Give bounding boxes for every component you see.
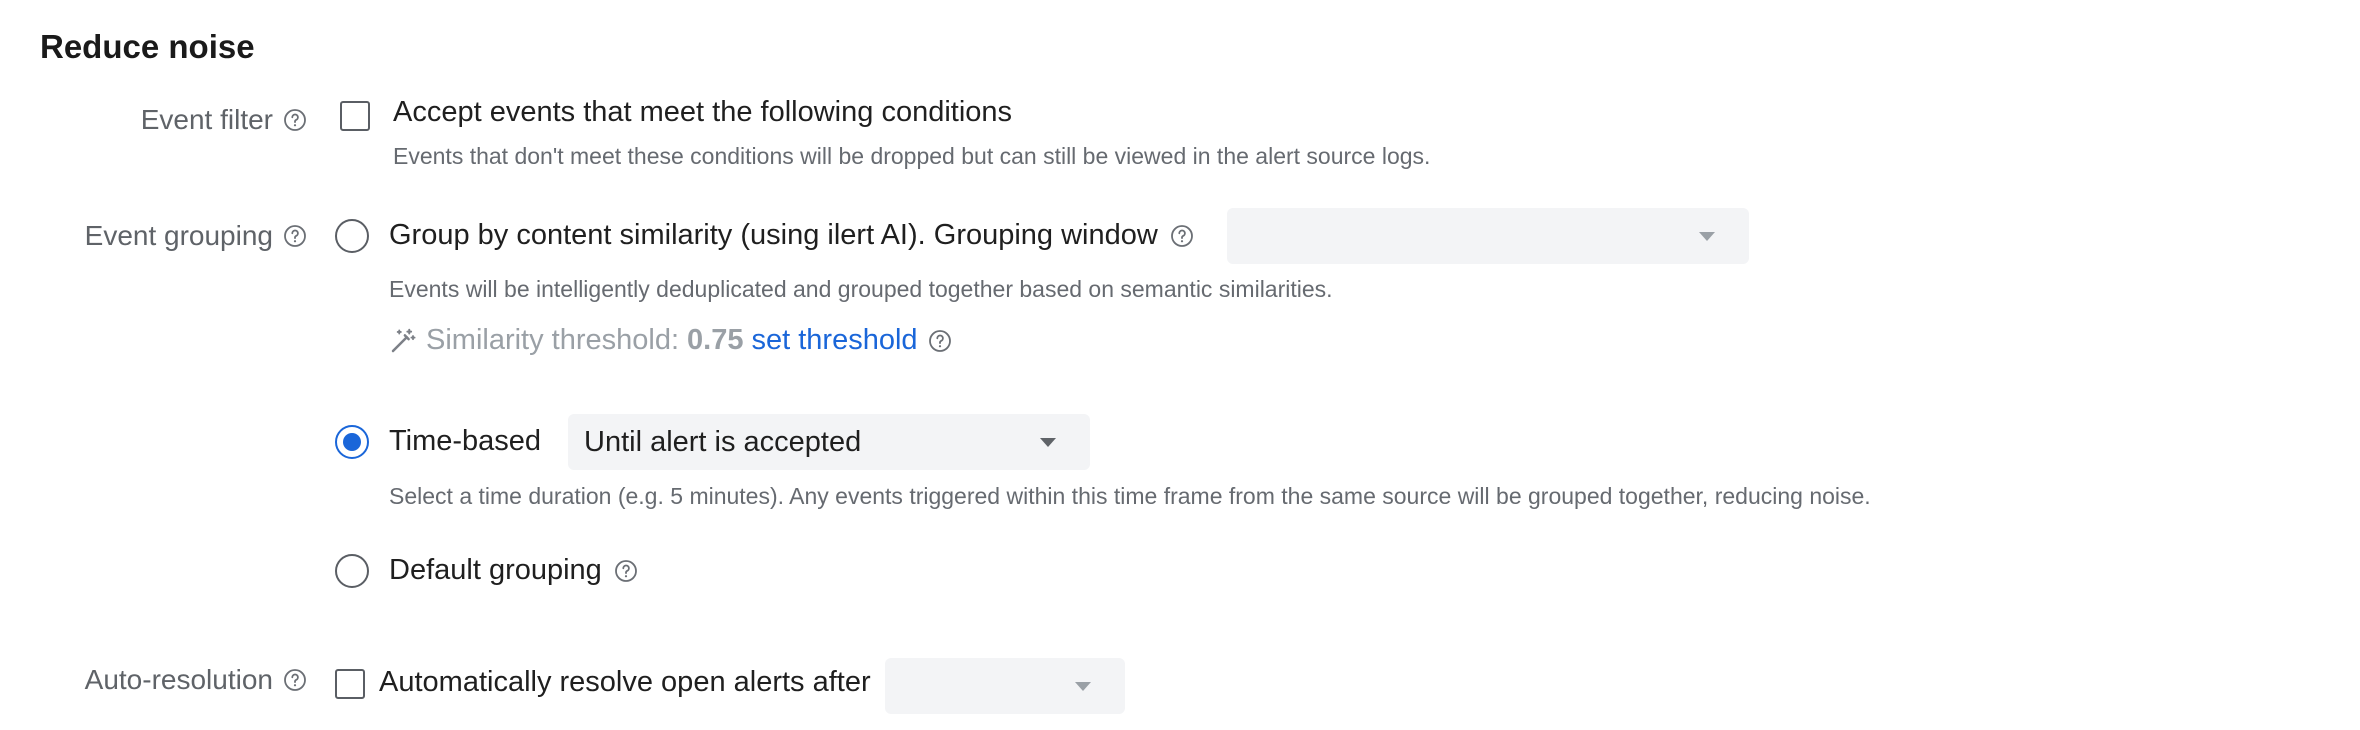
grouping-default-label: Default grouping <box>389 554 602 586</box>
magic-wand-icon <box>388 326 418 356</box>
caret-down-icon <box>1699 231 1715 241</box>
caret-down-icon <box>1040 437 1056 447</box>
event-filter-description: Events that don't meet these conditions … <box>393 143 1431 169</box>
similarity-threshold-value: 0.75 <box>687 324 744 356</box>
auto-resolution-duration-select[interactable] <box>885 658 1125 714</box>
grouping-default-radio[interactable] <box>335 554 369 588</box>
time-based-duration-select[interactable]: Until alert is accepted <box>568 414 1090 470</box>
section-title: Reduce noise <box>40 28 255 65</box>
similarity-threshold-label: Similarity threshold: <box>426 324 680 356</box>
default-grouping-help-icon[interactable] <box>614 559 638 583</box>
radio-selected-dot <box>343 433 361 451</box>
grouping-similarity-description: Events will be intelligently deduplicate… <box>389 276 1333 302</box>
time-based-select-value: Until alert is accepted <box>584 425 862 458</box>
event-grouping-label: Event grouping <box>84 220 273 251</box>
grouping-window-select[interactable] <box>1227 208 1749 264</box>
event-grouping-label-group: Event grouping <box>85 218 307 254</box>
auto-resolution-label: Auto-resolution <box>84 664 273 695</box>
auto-resolution-label-group: Auto-resolution <box>85 662 307 698</box>
threshold-help-icon[interactable] <box>928 329 952 353</box>
grouping-window-help-icon[interactable] <box>1170 224 1194 248</box>
similarity-threshold: Similarity threshold: 0.75 set threshold <box>388 324 952 357</box>
event-filter-label-group: Event filter <box>141 102 307 138</box>
event-filter-label: Event filter <box>140 104 273 135</box>
grouping-default-option[interactable]: Default grouping <box>389 554 638 587</box>
grouping-similarity-label: Group by content similarity (using ilert… <box>389 219 1158 251</box>
auto-resolution-help-icon[interactable] <box>283 668 307 692</box>
grouping-similarity-option[interactable]: Group by content similarity (using ilert… <box>389 219 1194 252</box>
grouping-similarity-radio[interactable] <box>335 219 369 253</box>
auto-resolution-checkbox-label[interactable]: Automatically resolve open alerts after <box>379 666 871 699</box>
event-grouping-help-icon[interactable] <box>283 224 307 248</box>
caret-down-icon <box>1075 681 1091 691</box>
event-filter-help-icon[interactable] <box>283 108 307 132</box>
grouping-time-based-description: Select a time duration (e.g. 5 minutes).… <box>389 483 1871 509</box>
auto-resolution-checkbox[interactable] <box>335 669 365 699</box>
grouping-time-based-radio[interactable] <box>335 425 369 459</box>
grouping-time-based-label[interactable]: Time-based <box>389 425 541 458</box>
event-filter-checkbox[interactable] <box>340 101 370 131</box>
event-filter-checkbox-label[interactable]: Accept events that meet the following co… <box>393 96 1012 129</box>
set-threshold-link[interactable]: set threshold <box>751 324 917 357</box>
